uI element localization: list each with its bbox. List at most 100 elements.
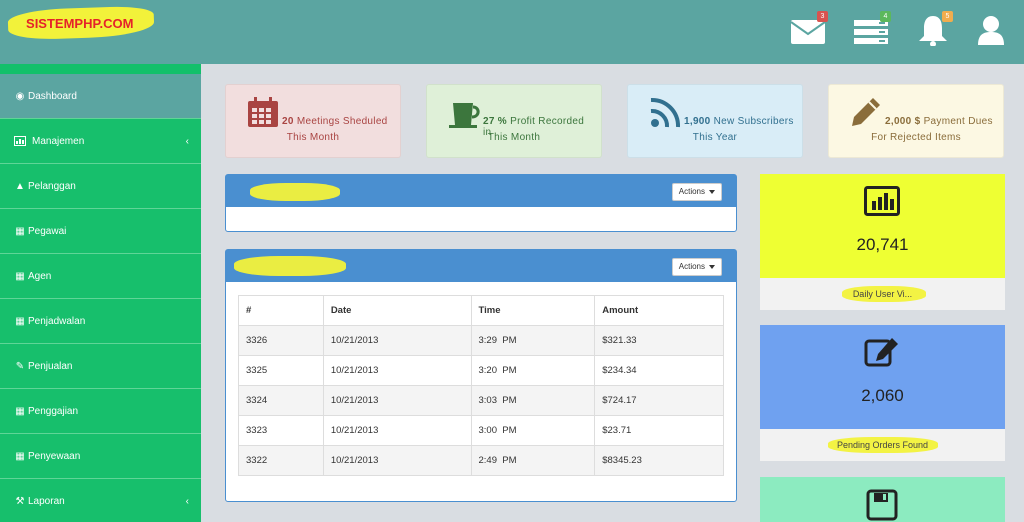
sidebar: ◉ Dashboard Manajemen ‹ ▲ Pelanggan ▦ Pegaw… xyxy=(0,64,201,522)
mail-badge: 3 xyxy=(817,11,828,22)
sidebar-item-laporan[interactable]: ⚒ Laporan ‹ xyxy=(0,479,201,522)
stat-subtext: For Rejected Items xyxy=(871,132,961,143)
panel-heading: Actions xyxy=(226,175,736,207)
orders-panel: Actions # Date Time Amount 3326 10/21/20… xyxy=(225,249,737,502)
actions-dropdown-button[interactable]: Actions xyxy=(671,183,722,201)
cell-id: 3324 xyxy=(238,385,324,416)
card-value: 20,741 xyxy=(856,235,909,254)
daily-visits-card: 20,741 Daily User Vi... xyxy=(760,174,1005,310)
cell-date: 10/21/2013 xyxy=(322,445,472,476)
pending-orders-card: 2,060 Pending Orders Found xyxy=(760,325,1005,461)
cell-amount: $234.34 xyxy=(594,355,724,386)
stat-label: New Subscribers xyxy=(713,116,794,127)
table-icon: ▦ xyxy=(15,270,25,282)
sidebar-item-penggajian[interactable]: ▦ Penggajian xyxy=(0,389,201,434)
redacted-panel-title xyxy=(234,256,346,276)
cell-date: 10/21/2013 xyxy=(322,415,472,446)
tasks-badge: 4 xyxy=(880,11,891,22)
sidebar-item-dashboard[interactable]: ◉ Dashboard xyxy=(0,74,201,119)
table-icon: ▦ xyxy=(15,405,25,417)
cell-id: 3323 xyxy=(238,415,324,446)
cell-date: 10/21/2013 xyxy=(322,355,472,386)
stat-text: 2,000 $ Payment Dues xyxy=(885,116,995,127)
card-footer: Daily User Vi... xyxy=(760,278,1005,310)
chevron-left-icon: ‹ xyxy=(185,135,189,147)
stat-box-subscribers: 1,900 New Subscribers This Year xyxy=(627,84,803,158)
sidebar-item-label: Laporan xyxy=(28,495,65,507)
sidebar-item-label: Penggajian xyxy=(28,405,79,417)
bell-icon[interactable]: 5 xyxy=(915,11,953,47)
cell-id: 3326 xyxy=(238,325,324,356)
card-body xyxy=(760,477,1005,522)
column-header: Amount xyxy=(594,295,724,326)
bar-chart-icon xyxy=(864,186,900,219)
sidebar-item-pegawai[interactable]: ▦ Pegawai xyxy=(0,209,201,254)
stat-label: Payment Dues xyxy=(923,116,993,127)
brand-logo[interactable]: SISTEMPHP.COM xyxy=(7,5,155,41)
chevron-left-icon: ‹ xyxy=(185,495,189,507)
table-row[interactable]: 3322 10/21/2013 2:49 PM $8345.23 xyxy=(238,445,724,476)
sidebar-item-label: Penjualan xyxy=(28,360,73,372)
cell-time: 3:03 PM xyxy=(470,385,596,416)
stat-box-profit: 27 % Profit Recorded in This Month xyxy=(426,84,602,158)
cell-id: 3325 xyxy=(238,355,324,386)
sidebar-item-label: Agen xyxy=(28,270,52,282)
table-icon: ▦ xyxy=(15,450,25,462)
card-value: 2,060 xyxy=(861,386,904,405)
table-row[interactable]: 3324 10/21/2013 3:03 PM $724.17 xyxy=(238,385,724,416)
actions-dropdown-button[interactable]: Actions xyxy=(671,258,722,276)
table-row[interactable]: 3323 10/21/2013 3:00 PM $23.71 xyxy=(238,415,724,446)
cell-amount: $8345.23 xyxy=(594,445,724,476)
stat-value: 2,000 $ xyxy=(885,116,921,127)
sidebar-item-manajemen[interactable]: Manajemen ‹ xyxy=(0,119,201,164)
sidebar-item-label: Penjadwalan xyxy=(28,315,86,327)
save-icon xyxy=(866,489,898,522)
cell-time: 2:49 PM xyxy=(470,445,596,476)
stat-box-meetings: 20 Meetings Sheduled This Month xyxy=(225,84,401,158)
stat-subtext: This Month xyxy=(286,132,340,143)
cell-date: 10/21/2013 xyxy=(322,325,472,356)
card-body: 20,741 xyxy=(760,174,1005,278)
sidebar-item-penyewaan[interactable]: ▦ Penyewaan xyxy=(0,434,201,479)
stat-subtext: This Year xyxy=(692,132,738,143)
stat-value: 1,900 xyxy=(684,116,711,127)
pencil-icon xyxy=(849,95,883,129)
sidebar-item-label: Pelanggan xyxy=(28,180,76,192)
table-row[interactable]: 3325 10/21/2013 3:20 PM $234.34 xyxy=(238,355,724,386)
actions-label: Actions xyxy=(678,187,705,196)
brand-logo-text: SISTEMPHP.COM xyxy=(26,16,134,32)
table-row[interactable]: 3326 10/21/2013 3:29 PM $321.33 xyxy=(238,325,724,356)
cell-time: 3:29 PM xyxy=(470,325,596,356)
mail-icon[interactable]: 3 xyxy=(790,11,828,46)
coffee-icon xyxy=(447,95,481,129)
stat-text: 1,900 New Subscribers xyxy=(684,116,794,127)
cell-amount: $23.71 xyxy=(594,415,724,446)
chart-panel: Actions xyxy=(225,174,737,232)
tasks-icon[interactable]: 4 xyxy=(853,11,891,46)
flask-icon: ▲ xyxy=(15,180,25,192)
sidebar-item-penjualan[interactable]: ✎ Penjualan xyxy=(0,344,201,389)
cell-amount: $724.17 xyxy=(594,385,724,416)
sidebar-item-label: Pegawai xyxy=(28,225,67,237)
cell-date: 10/21/2013 xyxy=(322,385,472,416)
sidebar-item-pelanggan[interactable]: ▲ Pelanggan xyxy=(0,164,201,209)
user-icon[interactable] xyxy=(975,14,1011,46)
edit-icon: ✎ xyxy=(15,360,25,372)
stat-text: 20 Meetings Sheduled xyxy=(282,116,392,127)
sidebar-item-penjadwalan[interactable]: ▦ Penjadwalan xyxy=(0,299,201,344)
wrench-icon: ⚒ xyxy=(15,495,25,507)
stat-subtext: This Month xyxy=(487,132,541,143)
rss-icon xyxy=(648,95,682,129)
stat-label: Meetings Sheduled xyxy=(296,116,388,127)
column-header: # xyxy=(238,295,324,326)
sidebar-item-label: Manajemen xyxy=(32,135,85,147)
cell-amount: $321.33 xyxy=(594,325,724,356)
sidebar-item-agen[interactable]: ▦ Agen xyxy=(0,254,201,299)
cell-time: 3:20 PM xyxy=(470,355,596,386)
column-header: Date xyxy=(322,295,472,326)
stat-box-payments: 2,000 $ Payment Dues For Rejected Items xyxy=(828,84,1004,158)
panel-heading: Actions xyxy=(226,250,736,282)
sidebar-item-label: Penyewaan xyxy=(28,450,81,462)
stat-value: 27 % xyxy=(483,116,507,127)
card-footer: Pending Orders Found xyxy=(760,429,1005,461)
